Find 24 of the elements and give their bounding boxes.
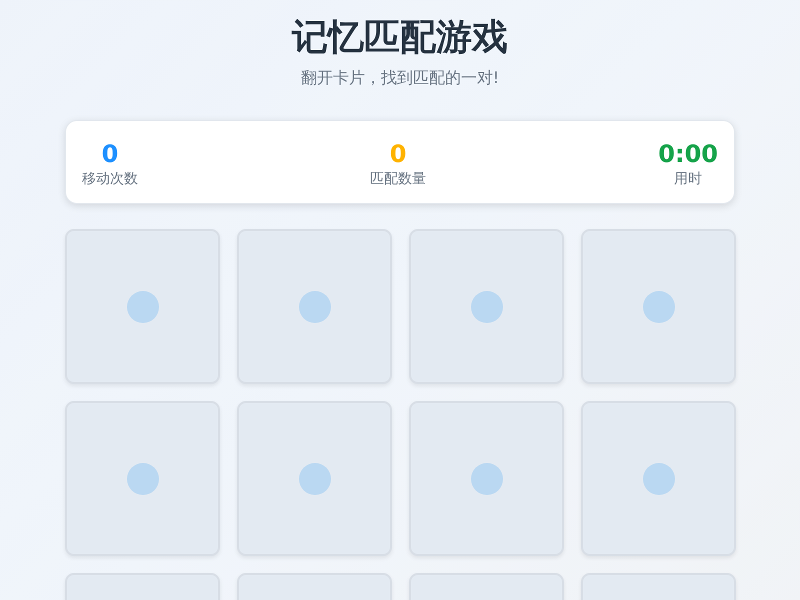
dot-icon [642,462,674,494]
stat-value: 0 [102,139,118,169]
dot-icon [126,290,158,322]
dot-icon [470,290,502,322]
memory-card[interactable] [237,401,392,556]
memory-card[interactable] [409,229,564,384]
stat-label: 用时 [674,170,702,189]
memory-card[interactable] [409,401,564,556]
memory-card[interactable] [581,229,736,384]
memory-card[interactable] [581,401,736,556]
dot-icon [298,462,330,494]
dot-icon [470,462,502,494]
page-title: 记忆匹配游戏 [292,16,508,60]
memory-card[interactable] [237,229,392,384]
stat-label: 移动次数 [82,170,138,189]
dot-icon [298,290,330,322]
memory-card[interactable] [65,401,220,556]
dot-icon [642,290,674,322]
stat-label: 匹配数量 [370,170,426,189]
stat-value: 0 [390,139,406,169]
dot-icon [126,462,158,494]
stat-value: 0:00 [658,139,718,169]
page-subtitle: 翻开卡片，找到匹配的一对! [300,68,500,88]
memory-card[interactable] [65,229,220,384]
